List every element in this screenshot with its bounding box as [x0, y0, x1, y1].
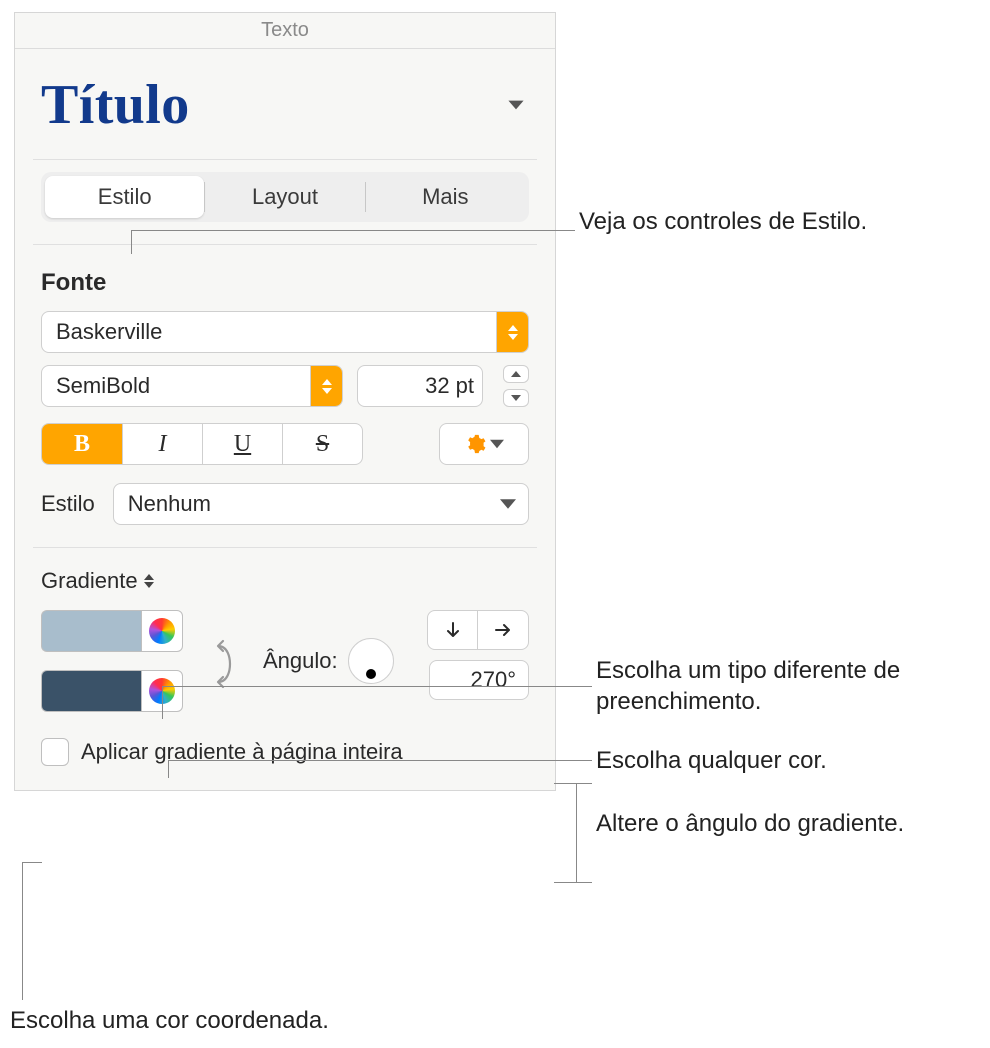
popup-arrows-icon: [496, 312, 528, 352]
callout-line: [162, 686, 592, 687]
angle-dial[interactable]: [348, 638, 394, 684]
callout-line: [22, 862, 23, 1000]
callout-line: [131, 230, 575, 231]
tab-layout[interactable]: Layout: [205, 176, 364, 218]
chevron-down-icon: [500, 496, 516, 512]
stepper-down-button[interactable]: [503, 389, 529, 407]
strikethrough-button[interactable]: S: [282, 424, 362, 464]
angle-label: Ângulo:: [263, 648, 338, 674]
font-size-field[interactable]: 32 pt: [357, 365, 483, 407]
font-style-popup[interactable]: SemiBold: [41, 365, 343, 407]
triangle-down-icon: [144, 582, 154, 588]
callout-bracket: [576, 783, 592, 883]
callout-line: [22, 862, 42, 863]
callout-any-color: Escolha qualquer cor.: [596, 745, 976, 776]
color-wheel-icon: [149, 618, 175, 644]
arrow-down-icon: [444, 621, 462, 639]
underline-button[interactable]: U: [202, 424, 282, 464]
gradient-color2-swatch[interactable]: [41, 670, 141, 712]
callout-line: [168, 760, 169, 778]
font-size-value: 32: [358, 373, 456, 399]
gradient-color1-picker[interactable]: [141, 610, 183, 652]
direction-horizontal-button[interactable]: [478, 611, 528, 649]
angle-dial-indicator: [366, 669, 376, 679]
gradient-color1-swatch[interactable]: [41, 610, 141, 652]
font-family-popup[interactable]: Baskerville: [41, 311, 529, 353]
angle-value: 270°: [470, 667, 516, 693]
tab-more[interactable]: Mais: [366, 176, 525, 218]
triangle-up-icon: [144, 574, 154, 580]
callout-line: [554, 882, 576, 883]
panel-title: Texto: [15, 13, 555, 48]
font-size-unit: pt: [456, 373, 482, 399]
font-section-label: Fonte: [15, 245, 555, 311]
arrow-right-icon: [494, 621, 512, 639]
fill-type-popup-label: Gradiente: [41, 568, 138, 594]
font-size-stepper: [503, 365, 529, 407]
callout-line: [162, 686, 163, 719]
callout-gradient-angle: Altere o ângulo do gradiente.: [596, 808, 986, 839]
callout-style-controls: Veja os controles de Estilo.: [579, 206, 979, 237]
text-emphasis-group: B I U S: [41, 423, 363, 465]
text-panel: Texto Título Estilo Layout Mais Fonte Ba…: [14, 12, 556, 791]
callout-line: [131, 230, 132, 254]
angle-field[interactable]: 270°: [429, 660, 529, 700]
callout-line: [554, 783, 576, 784]
direction-vertical-button[interactable]: [428, 611, 478, 649]
stepper-up-button[interactable]: [503, 365, 529, 383]
paragraph-style-row[interactable]: Título: [15, 49, 555, 159]
swap-colors-icon[interactable]: [208, 638, 238, 690]
paragraph-style-name: Título: [41, 73, 493, 137]
character-style-label: Estilo: [41, 491, 95, 517]
popup-arrows-icon: [310, 366, 342, 406]
tabs-row: Estilo Layout Mais: [15, 160, 555, 244]
character-style-value: Nenhum: [114, 491, 500, 517]
gear-icon: [464, 433, 486, 455]
callout-fill-type: Escolha um tipo diferente de preenchimen…: [596, 655, 976, 717]
advanced-options-button[interactable]: [439, 423, 529, 465]
chevron-down-icon: [503, 92, 529, 118]
apply-gradient-page-label: Aplicar gradiente à página inteira: [81, 739, 403, 765]
gradient-direction-group: [427, 610, 529, 650]
font-family-value: Baskerville: [42, 319, 496, 345]
italic-button[interactable]: I: [122, 424, 202, 464]
tab-style[interactable]: Estilo: [45, 176, 204, 218]
bold-button[interactable]: B: [42, 424, 122, 464]
font-style-value: SemiBold: [42, 373, 310, 399]
callout-line: [168, 760, 592, 761]
gradient-controls: Ângulo: 270°: [15, 610, 555, 730]
character-style-popup[interactable]: Nenhum: [113, 483, 529, 525]
chevron-down-icon: [490, 439, 504, 449]
fill-type-popup[interactable]: [144, 574, 154, 588]
tabs: Estilo Layout Mais: [41, 172, 529, 222]
callout-coordinated-color: Escolha uma cor coordenada.: [10, 1005, 460, 1036]
apply-gradient-page-checkbox[interactable]: [41, 738, 69, 766]
